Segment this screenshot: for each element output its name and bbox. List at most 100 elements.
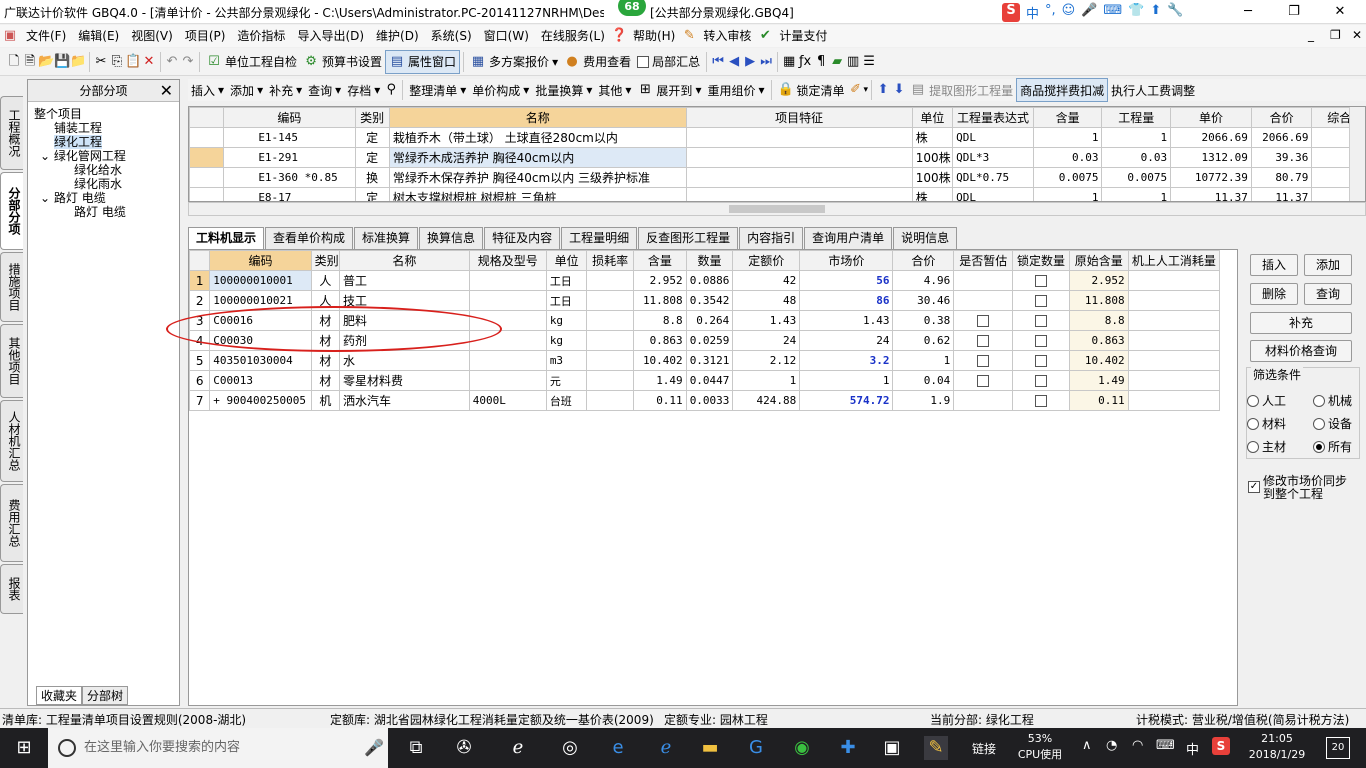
table-cell[interactable]: 11.808 bbox=[632, 290, 687, 311]
tab-graphic-qty[interactable]: 反查图形工程量 bbox=[638, 227, 739, 249]
table-cell[interactable] bbox=[1012, 330, 1070, 351]
table-cell[interactable] bbox=[1127, 310, 1221, 331]
col-price[interactable]: 单价 bbox=[1170, 107, 1252, 128]
mdi-minimize-icon[interactable]: _ bbox=[1308, 28, 1314, 42]
radio-material[interactable]: 材料 bbox=[1247, 415, 1286, 432]
lock-qty-checkbox[interactable] bbox=[1034, 315, 1047, 327]
table-cell[interactable]: kg bbox=[545, 330, 588, 351]
table-cell[interactable] bbox=[189, 127, 225, 148]
col-total[interactable]: 合价 bbox=[1250, 107, 1313, 128]
lock-qty-checkbox[interactable] bbox=[1034, 395, 1047, 407]
insert-button[interactable]: 插入 ▾ bbox=[188, 78, 227, 102]
tree-node-lamp-cable[interactable]: 路灯 电缆 bbox=[74, 205, 126, 219]
table-cell[interactable]: 1 bbox=[1101, 187, 1172, 201]
table-row[interactable]: E8-17 定树木支撑树棍桩 树棍桩 三角桩株 QDL 1 1 11.37 11.37 bbox=[189, 187, 1365, 201]
redo-icon[interactable]: ↷ bbox=[180, 54, 196, 70]
table-cell[interactable] bbox=[468, 290, 547, 311]
table-cell[interactable]: 0.0075 bbox=[1101, 167, 1172, 188]
table-cell[interactable] bbox=[189, 187, 225, 201]
prev-icon[interactable]: ◀ bbox=[726, 54, 742, 70]
col-type[interactable]: 类别 bbox=[310, 250, 341, 271]
table-cell[interactable]: 定 bbox=[354, 187, 390, 201]
table-cell[interactable]: 2.12 bbox=[732, 350, 801, 371]
table-cell[interactable]: 洒水汽车 bbox=[339, 390, 470, 411]
table-cell[interactable] bbox=[685, 147, 913, 168]
table-cell[interactable]: QDL bbox=[952, 187, 1034, 201]
table-cell[interactable]: 1.49 bbox=[632, 370, 687, 391]
table-cell[interactable]: 1 bbox=[1032, 127, 1103, 148]
table-cell[interactable] bbox=[1012, 270, 1070, 291]
table-cell[interactable]: 4000L bbox=[468, 390, 547, 411]
task-view-icon[interactable]: ⧉ bbox=[404, 736, 428, 760]
table-cell[interactable]: 574.72 bbox=[799, 390, 894, 411]
lock-qty-checkbox[interactable] bbox=[1034, 355, 1047, 367]
tree-node-pipe[interactable]: ⌄ 绿化管网工程 bbox=[40, 149, 126, 163]
col-base-price[interactable]: 定额价 bbox=[732, 250, 801, 271]
ime-tools-icon[interactable]: 🔧 bbox=[1167, 3, 1183, 22]
table-cell[interactable]: 11.37 bbox=[1250, 187, 1313, 201]
wifi-icon[interactable]: ◠ bbox=[1132, 738, 1143, 753]
table-cell[interactable]: 100株 bbox=[911, 147, 954, 168]
local-summary-checkbox[interactable] bbox=[637, 55, 650, 68]
table-cell[interactable]: 1.49 bbox=[1068, 370, 1129, 391]
table-cell[interactable] bbox=[1127, 390, 1221, 411]
table-cell[interactable]: 材 bbox=[310, 370, 341, 391]
table-cell[interactable] bbox=[1127, 290, 1221, 311]
table-cell[interactable]: 0.62 bbox=[892, 330, 955, 351]
table-cell[interactable] bbox=[468, 350, 547, 371]
table-cell[interactable]: 2.952 bbox=[632, 270, 687, 291]
notification-badge[interactable]: 68 bbox=[618, 0, 646, 16]
ime-lang[interactable]: 中 bbox=[1026, 3, 1039, 22]
table-row[interactable]: 5 403501030004 材水 m3 10.402 0.3121 2.12 3.2 1 10.… bbox=[189, 350, 1221, 371]
sync-checkbox[interactable]: ✓ bbox=[1248, 481, 1260, 493]
sogou-icon[interactable]: S bbox=[1002, 3, 1020, 22]
table-cell[interactable] bbox=[1127, 330, 1221, 351]
network-icon[interactable]: ◔ bbox=[1106, 738, 1117, 753]
tray-lang[interactable]: 中 bbox=[1186, 739, 1199, 758]
table-row[interactable]: E1-291 定常绿乔木成活养护 胸径40cm以内 100株 QDL*3 0.03 0.0… bbox=[189, 147, 1365, 168]
estimate-checkbox[interactable] bbox=[977, 375, 990, 387]
microphone-icon[interactable]: 🎤 bbox=[364, 738, 384, 757]
add-button[interactable]: 添加 ▾ bbox=[227, 78, 266, 102]
taskbar-search-input[interactable]: 在这里输入你要搜索的内容 bbox=[48, 728, 388, 768]
table-cell[interactable] bbox=[953, 370, 1014, 391]
table-cell[interactable] bbox=[953, 390, 1014, 411]
cpu-usage[interactable]: 53% CPU使用 bbox=[1014, 731, 1066, 763]
table-cell[interactable]: 11.37 bbox=[1170, 187, 1252, 201]
photos-icon[interactable]: ▣ bbox=[880, 736, 904, 760]
reuse-button[interactable]: 重用组价 ▾ bbox=[704, 78, 767, 102]
vtab-measures[interactable]: 措施项目 bbox=[0, 252, 23, 322]
batch-convert-button[interactable]: 批量换算 ▾ bbox=[532, 78, 595, 102]
tab-standard-convert[interactable]: 标准换算 bbox=[354, 227, 419, 249]
col-estimate[interactable]: 是否暂估 bbox=[953, 250, 1014, 271]
sync-market-price-option[interactable]: ✓ 修改市场价同步 到整个工程 bbox=[1248, 475, 1347, 501]
estimate-checkbox[interactable] bbox=[977, 335, 990, 347]
other-button[interactable]: 其他 ▾ bbox=[595, 78, 634, 102]
new-project-icon[interactable]: 🗎 bbox=[22, 54, 38, 70]
table-cell[interactable]: 10.402 bbox=[1068, 350, 1129, 371]
tab-description[interactable]: 说明信息 bbox=[893, 227, 958, 249]
tab-labor-material[interactable]: 工料机显示 bbox=[188, 227, 265, 249]
unit-price-button[interactable]: 单价构成 ▾ bbox=[469, 78, 532, 102]
tree-node-root[interactable]: 整个项目 bbox=[34, 107, 82, 121]
table-cell[interactable]: 0.863 bbox=[1068, 330, 1129, 351]
ime-keyboard-icon[interactable]: ⌨ bbox=[1103, 3, 1122, 22]
add-button[interactable]: 添加 bbox=[1304, 254, 1352, 276]
table-cell[interactable] bbox=[1012, 390, 1070, 411]
radio-main-material[interactable]: 主材 bbox=[1247, 438, 1286, 455]
table-cell[interactable]: 24 bbox=[799, 330, 894, 351]
table-cell[interactable] bbox=[586, 270, 634, 291]
tree-node-rain[interactable]: 绿化雨水 bbox=[74, 177, 122, 191]
table-cell[interactable] bbox=[953, 290, 1014, 311]
table-cell[interactable]: 元 bbox=[545, 370, 588, 391]
table-cell[interactable]: E1-360 *0.85 bbox=[223, 167, 356, 188]
menu-help[interactable]: 帮助(H) bbox=[627, 25, 681, 47]
table-cell[interactable] bbox=[1127, 370, 1221, 391]
vtab-labor-material[interactable]: 人材机汇总 bbox=[0, 400, 23, 482]
notification-center-icon[interactable]: 20 bbox=[1326, 737, 1350, 759]
col-unit[interactable]: 单位 bbox=[911, 107, 954, 128]
table-cell[interactable]: 1 bbox=[189, 270, 211, 291]
supplement-button[interactable]: 补充 ▾ bbox=[266, 78, 305, 102]
table-cell[interactable]: 10772.39 bbox=[1170, 167, 1252, 188]
col-market-price[interactable]: 市场价 bbox=[799, 250, 894, 271]
